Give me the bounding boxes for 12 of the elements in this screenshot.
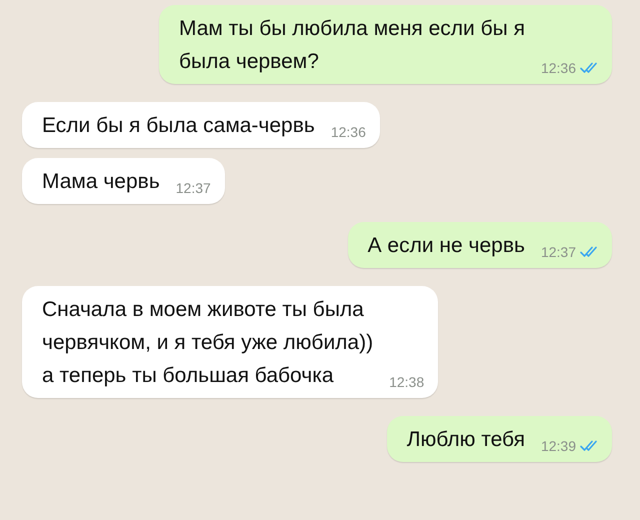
message-time: 12:38	[389, 374, 424, 390]
message-time: 12:39	[540, 438, 576, 454]
message-text: Сначала в моем животе ты была червячком, и я тебя уже любила)) а теперь ты большая бабочка	[42, 297, 374, 389]
message-text: Люблю тебя	[406, 427, 525, 453]
message-time: 12:36	[330, 124, 366, 140]
message-text: Мама червь	[42, 169, 160, 195]
message-time: 12:36	[540, 60, 576, 76]
message-text: А если не червь	[368, 233, 525, 259]
message-time: 12:37	[176, 180, 211, 196]
message-text: Мам ты бы любила меня если бы я была червем?	[178, 16, 525, 75]
message-text: Если бы я была сама-червь	[42, 113, 315, 139]
message-time: 12:37	[540, 244, 576, 260]
